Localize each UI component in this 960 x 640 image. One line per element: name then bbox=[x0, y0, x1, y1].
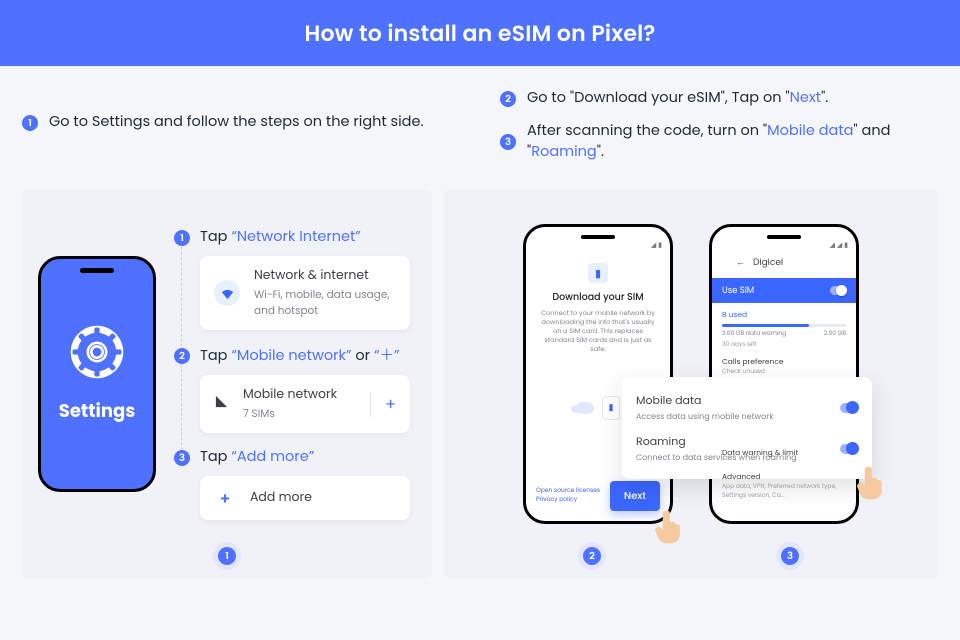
intro-step-2-text: Go to "Download your eSIM", Tap on "Next… bbox=[527, 88, 828, 109]
gear-icon bbox=[69, 324, 125, 380]
back-icon[interactable]: ← bbox=[736, 257, 745, 269]
usage-right: 2.00 GB bbox=[824, 330, 846, 339]
highlight-mobile-data: Mobile data bbox=[767, 121, 853, 141]
intro-step-3-text: After scanning the code, turn on "Mobile… bbox=[527, 121, 938, 163]
usage-bar bbox=[722, 324, 846, 327]
wifi-icon bbox=[214, 280, 240, 306]
download-sim-title: Download your SIM bbox=[538, 291, 658, 305]
mobile-data-row[interactable]: Mobile data Access data using mobile net… bbox=[636, 387, 858, 428]
card-add-more[interactable]: + Add more bbox=[200, 476, 410, 520]
next-button[interactable]: Next bbox=[610, 481, 660, 511]
card-network-title: Network & internet bbox=[254, 267, 396, 285]
sim-card-icon: ▮ bbox=[602, 396, 620, 420]
usage-days: 30 days left bbox=[722, 341, 846, 350]
cloud-icon bbox=[576, 402, 594, 414]
settings-label: Settings bbox=[59, 398, 135, 425]
content-area: 1 Go to Settings and follow the steps on… bbox=[0, 66, 960, 579]
card-add-more-title: Add more bbox=[250, 489, 396, 507]
bullet-1: 1 bbox=[22, 115, 38, 131]
advanced-row[interactable]: Advanced App data, VPN, Preferred networ… bbox=[722, 465, 846, 507]
panel-1-settings-steps: Settings 1 Tap “Network Internet” bbox=[22, 189, 432, 579]
plus-icon[interactable]: + bbox=[370, 392, 396, 417]
panels-row: Settings 1 Tap “Network Internet” bbox=[22, 189, 938, 579]
substep-3-title: 3 Tap “Add more” bbox=[174, 447, 410, 468]
bullet-2: 2 bbox=[500, 91, 516, 107]
status-bar: ◢ ▮ bbox=[526, 227, 670, 253]
intro-step-1-text: Go to Settings and follow the steps on t… bbox=[49, 112, 424, 133]
substep-3-bullet: 3 bbox=[174, 450, 190, 466]
substep-1-bullet: 1 bbox=[174, 230, 190, 246]
card-network-internet[interactable]: Network & internet Wi-Fi, mobile, data u… bbox=[200, 256, 410, 330]
mobile-data-title: Mobile data bbox=[636, 392, 773, 409]
use-sim-toggle[interactable] bbox=[830, 286, 846, 295]
settings-phone: Settings bbox=[38, 256, 156, 492]
intro-right: 2 Go to "Download your eSIM", Tap on "Ne… bbox=[500, 82, 938, 175]
panel-2-phones: ◢ ▮ ▮ Download your SIM Connect to your … bbox=[444, 189, 938, 579]
panel-1-body: Settings 1 Tap “Network Internet” bbox=[38, 209, 416, 539]
use-sim-row[interactable]: Use SIM bbox=[712, 278, 856, 303]
card-network-sub: Wi-Fi, mobile, data usage, and hotspot bbox=[254, 287, 396, 319]
usage-left: 2.00 GB data warning bbox=[722, 330, 786, 339]
legal-links[interactable]: Open source licenses Privacy policy bbox=[536, 487, 610, 505]
phone-digicel-settings: ◢ ◢ ▮ ←Digicel Use SIM B used bbox=[709, 224, 859, 524]
mobile-data-sub: Access data using mobile network bbox=[636, 411, 773, 423]
plus-icon: + bbox=[214, 487, 236, 509]
substep-3: 3 Tap “Add more” + Add more bbox=[174, 447, 410, 520]
panel-1-foot: 1 bbox=[38, 539, 416, 565]
highlight-next: Next bbox=[790, 88, 821, 108]
intro-step-1: 1 Go to Settings and follow the steps on… bbox=[22, 112, 460, 133]
panel-2-body: ◢ ▮ ▮ Download your SIM Connect to your … bbox=[460, 209, 922, 539]
foot-badge-1: 1 bbox=[218, 547, 236, 565]
header-bar: How to install an eSIM on Pixel? bbox=[0, 0, 960, 66]
signal-icon bbox=[214, 394, 229, 415]
substep-2-bullet: 2 bbox=[174, 348, 190, 364]
phone-download-sim: ◢ ▮ ▮ Download your SIM Connect to your … bbox=[523, 224, 673, 524]
status-bar: ◢ ◢ ▮ bbox=[712, 227, 856, 253]
foot-badge-2: 2 bbox=[583, 547, 601, 565]
substep-1: 1 Tap “Network Internet” Network & inter… bbox=[174, 227, 410, 330]
page-title: How to install an eSIM on Pixel? bbox=[305, 17, 656, 50]
substep-2: 2 Tap “Mobile network” or “＋” Mobile net… bbox=[174, 344, 410, 433]
substep-1-title: 1 Tap “Network Internet” bbox=[174, 227, 410, 248]
highlight-roaming: Roaming bbox=[531, 142, 596, 162]
intro-step-3: 3 After scanning the code, turn on "Mobi… bbox=[500, 121, 938, 163]
bullet-3: 3 bbox=[500, 134, 516, 150]
intro-left: 1 Go to Settings and follow the steps on… bbox=[22, 82, 460, 145]
use-sim-label: Use SIM bbox=[722, 284, 754, 297]
foot-badge-3: 3 bbox=[781, 547, 799, 565]
card-mobile-sub: 7 SIMs bbox=[243, 406, 356, 422]
usage-label: B used bbox=[722, 309, 846, 321]
intro-step-2: 2 Go to "Download your eSIM", Tap on "Ne… bbox=[500, 88, 938, 109]
card-mobile-network[interactable]: Mobile network 7 SIMs + bbox=[200, 375, 410, 433]
intro-row: 1 Go to Settings and follow the steps on… bbox=[22, 82, 938, 175]
card-mobile-title: Mobile network bbox=[243, 386, 356, 404]
data-warning-row[interactable]: Data warning & limit bbox=[722, 441, 846, 465]
substep-2-title: 2 Tap “Mobile network” or “＋” bbox=[174, 344, 410, 367]
carrier-title: ←Digicel bbox=[722, 257, 846, 270]
panel-2-foot: 2 3 bbox=[460, 539, 922, 565]
sub-steps: 1 Tap “Network Internet” Network & inter… bbox=[172, 209, 416, 539]
tap-hand-icon bbox=[856, 465, 886, 501]
sim-icon: ▮ bbox=[588, 263, 608, 283]
download-sim-desc: Connect to your mobile network by downlo… bbox=[538, 309, 658, 354]
mobile-data-toggle[interactable] bbox=[840, 403, 858, 413]
